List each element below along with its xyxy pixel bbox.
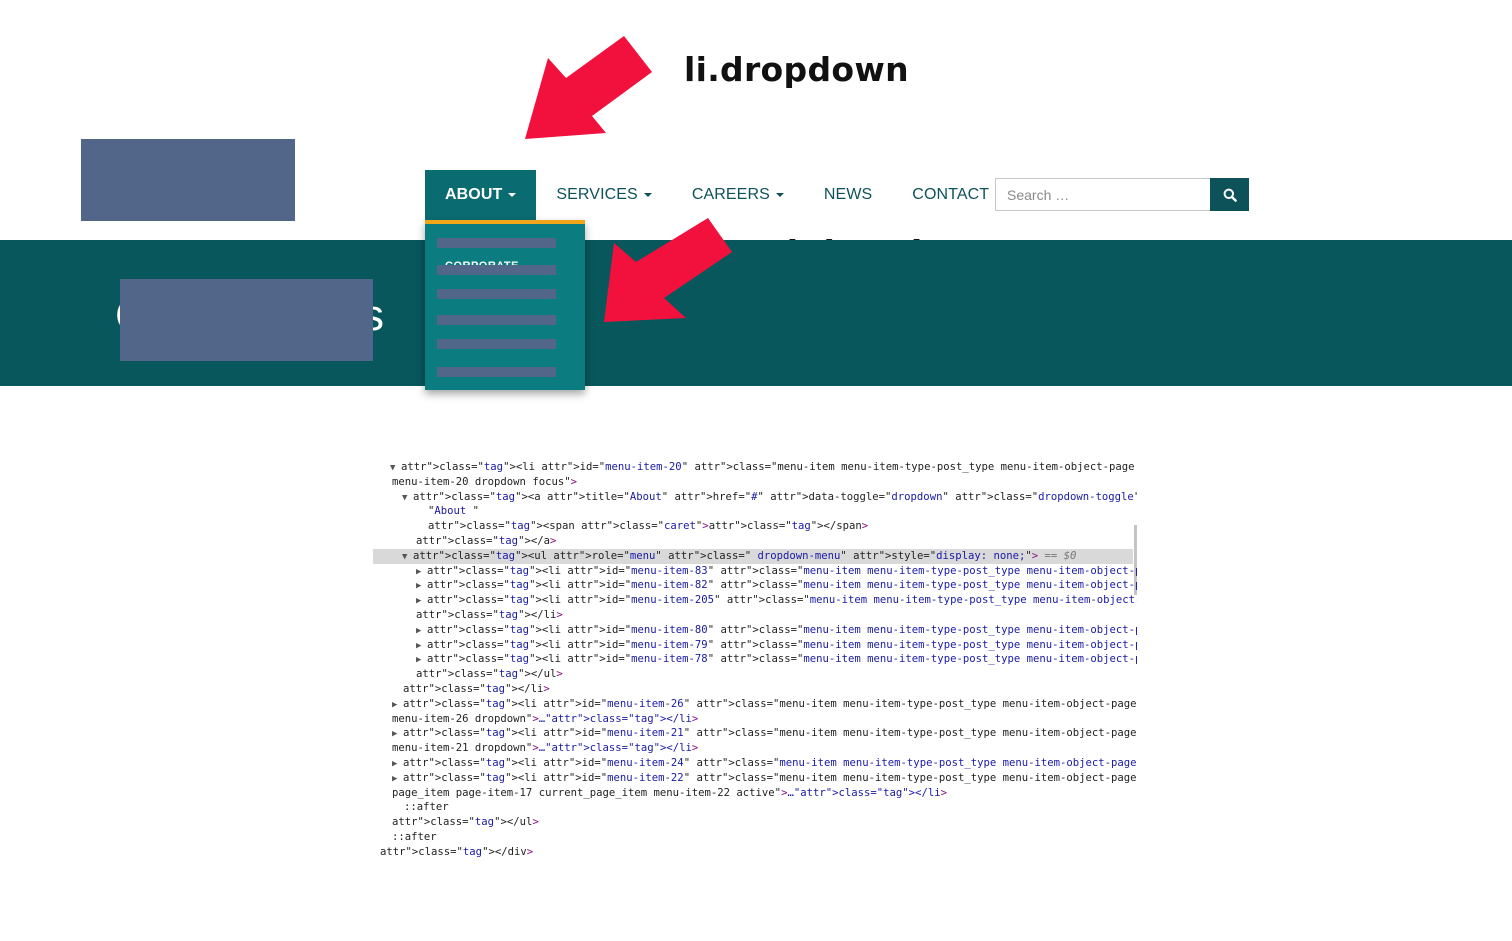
tree-toggle-icon[interactable]: ▼	[390, 461, 401, 476]
dom-node-line[interactable]: ▶ attr">class="tag"><li attr">id="menu-it…	[373, 756, 1137, 771]
dom-node-text: ▼ attr">class="tag"><li attr">id="menu-it…	[390, 461, 1137, 473]
dom-node-line[interactable]: ▶ attr">class="tag"><li attr">id="menu-it…	[373, 593, 1137, 608]
nav-item-services[interactable]: SERVICES	[536, 170, 671, 220]
dom-node-text: "About "	[428, 505, 480, 518]
dom-node-text: ▶ attr">class="tag"><li attr">id="menu-it…	[416, 624, 1137, 636]
tree-toggle-icon[interactable]: ▶	[416, 639, 427, 654]
main-nav: ABOUT SERVICES CAREERS NEWS CONTACT	[425, 170, 1009, 220]
nav-item-label: SERVICES	[556, 186, 638, 203]
dom-node-text: page_item page-item-17 current_page_item…	[392, 786, 947, 799]
caret-down-icon	[775, 193, 784, 197]
dom-node-line[interactable]: attr">class="tag"></li>	[373, 608, 563, 623]
tree-toggle-icon[interactable]: ▶	[416, 579, 427, 594]
dom-node-line[interactable]: "About "	[373, 504, 479, 519]
nav-item-careers[interactable]: CAREERS	[672, 170, 804, 220]
dom-node-line[interactable]: menu-item-26 dropdown">…"attr">class="ta…	[373, 712, 698, 727]
dropdown-item-redacted[interactable]	[437, 367, 556, 377]
dom-node-text: ::after	[392, 831, 437, 843]
dom-node-text: ▶ attr">class="tag"><li attr">id="menu-it…	[416, 653, 1137, 665]
dom-node-line[interactable]: ▼ attr">class="tag"><a attr">title="About…	[373, 490, 1137, 505]
tree-toggle-icon[interactable]: ▶	[416, 565, 427, 580]
dom-node-line[interactable]: attr">class="tag"></ul>	[373, 815, 539, 830]
logo[interactable]	[81, 139, 295, 221]
dom-node-text: attr">class="tag"></div>	[380, 845, 534, 858]
tree-toggle-icon[interactable]: ▶	[392, 757, 403, 772]
dom-node-text: attr">class="tag"></ul>	[416, 668, 563, 681]
dom-node-line[interactable]: menu-item-20 dropdown focus">	[373, 475, 577, 490]
caret-down-icon	[643, 193, 652, 197]
nav-item-label: NEWS	[823, 186, 873, 203]
dom-node-line[interactable]: ▼ attr">class="tag"><li attr">id="menu-it…	[373, 460, 1137, 475]
dom-node-line[interactable]: ▶ attr">class="tag"><li attr">id="menu-it…	[373, 726, 1137, 741]
dom-node-line[interactable]: ▶ attr">class="tag"><li attr">id="menu-it…	[373, 771, 1137, 786]
dropdown-item-redacted[interactable]	[437, 265, 556, 275]
annotation-label-li-dropdown: li.dropdown	[684, 50, 909, 89]
dom-node-selected[interactable]: ▼ attr">class="tag"><ul attr">role="menu"…	[373, 548, 1133, 564]
dom-node-line[interactable]: attr">class="tag"></a>	[373, 534, 556, 549]
dom-node-text: attr">class="tag"></a>	[416, 535, 557, 547]
hero-title-redacted	[120, 279, 373, 361]
dropdown-item-redacted[interactable]	[437, 238, 556, 248]
nav-item-about[interactable]: ABOUT	[425, 170, 537, 220]
about-dropdown-menu: CORPORATE CULTURE	[425, 220, 585, 390]
tree-toggle-icon[interactable]: ▼	[402, 491, 413, 506]
dom-node-line[interactable]: attr">class="tag"><span attr">class="car…	[373, 519, 868, 534]
dom-node-text: attr">class="tag"><span attr">class="car…	[428, 520, 869, 533]
dom-node-line[interactable]: ▶ attr">class="tag"><li attr">id="menu-it…	[373, 652, 1137, 667]
dom-node-text: ▶ attr">class="tag"><li attr">id="menu-it…	[416, 639, 1137, 651]
dom-node-line[interactable]: attr">class="tag"></li>	[373, 682, 550, 697]
search-button[interactable]	[1210, 178, 1249, 211]
dom-node-text: menu-item-20 dropdown focus">	[392, 475, 577, 488]
dom-node-line[interactable]: attr">class="tag"></div>	[373, 845, 533, 860]
dom-node-text: ▶ attr">class="tag"><li attr">id="menu-it…	[416, 565, 1137, 577]
tree-toggle-icon[interactable]: ▼	[402, 550, 413, 565]
dom-node-line[interactable]: ▶ attr">class="tag"><li attr">id="menu-it…	[373, 623, 1137, 638]
dom-node-text: attr">class="tag"></li>	[403, 683, 550, 695]
dom-node-text: attr">class="tag"></li>	[416, 609, 563, 621]
nav-item-label: CAREERS	[691, 186, 770, 203]
dom-node-line[interactable]: menu-item-21 dropdown">…"attr">class="ta…	[373, 741, 698, 756]
dropdown-item-redacted[interactable]	[437, 315, 556, 325]
dropdown-item-redacted[interactable]	[437, 339, 556, 349]
nav-item-label: ABOUT	[445, 186, 503, 203]
dom-node-text: ▼ attr">class="tag"><a attr">title="About…	[402, 491, 1137, 503]
tree-toggle-icon[interactable]: ▶	[392, 772, 403, 787]
arrow-to-li-dropdown	[525, 36, 652, 139]
search-icon	[1223, 188, 1237, 202]
tree-toggle-icon[interactable]: ▶	[392, 727, 403, 742]
caret-down-icon	[508, 193, 517, 197]
tree-toggle-icon[interactable]: ▶	[416, 653, 427, 668]
tree-toggle-icon[interactable]: ▶	[416, 594, 427, 609]
dom-node-text: ::after	[404, 801, 449, 814]
tree-toggle-icon[interactable]: ▶	[392, 698, 403, 713]
dom-node-text: ▶ attr">class="tag"><li attr">id="menu-it…	[392, 727, 1137, 739]
dom-node-line[interactable]: ▶ attr">class="tag"><li attr">id="menu-it…	[373, 697, 1137, 712]
search-input[interactable]	[995, 178, 1210, 211]
search-form	[995, 178, 1249, 211]
devtools-elements-panel: ▼ attr">class="tag"><li attr">id="menu-it…	[373, 457, 1137, 862]
dom-node-text: attr">class="tag"></ul>	[392, 816, 539, 829]
dom-node-line[interactable]: attr">class="tag"></ul>	[373, 667, 563, 682]
dom-node-text: ▶ attr">class="tag"><li attr">id="menu-it…	[392, 698, 1137, 710]
nav-item-label: CONTACT	[912, 186, 990, 203]
dom-node-text: ▼ attr">class="tag"><ul attr">role="menu"…	[402, 550, 1076, 562]
dom-node-text: menu-item-26 dropdown">…"attr">class="ta…	[392, 712, 699, 725]
dom-node-text: menu-item-21 dropdown">…"attr">class="ta…	[392, 742, 699, 755]
dom-node-line[interactable]: ::after	[373, 830, 437, 845]
nav-item-contact[interactable]: CONTACT	[892, 170, 1009, 220]
dom-node-line[interactable]: page_item page-item-17 current_page_item…	[373, 786, 947, 801]
dom-node-text: ▶ attr">class="tag"><li attr">id="menu-it…	[392, 772, 1137, 784]
dom-node-line[interactable]: ▶ attr">class="tag"><li attr">id="menu-it…	[373, 638, 1137, 653]
dom-node-text: ▶ attr">class="tag"><li attr">id="menu-it…	[416, 594, 1137, 606]
dropdown-item-redacted[interactable]	[437, 289, 556, 299]
tree-toggle-icon[interactable]: ▶	[416, 624, 427, 639]
dom-node-line[interactable]: ▶ attr">class="tag"><li attr">id="menu-it…	[373, 578, 1137, 593]
nav-item-news[interactable]: NEWS	[804, 170, 892, 220]
dom-node-line[interactable]: ::after	[373, 800, 449, 815]
dom-node-text: ▶ attr">class="tag"><li attr">id="menu-it…	[392, 757, 1137, 769]
dom-node-line[interactable]: ▶ attr">class="tag"><li attr">id="menu-it…	[373, 564, 1137, 579]
dom-node-text: ▶ attr">class="tag"><li attr">id="menu-it…	[416, 579, 1137, 591]
